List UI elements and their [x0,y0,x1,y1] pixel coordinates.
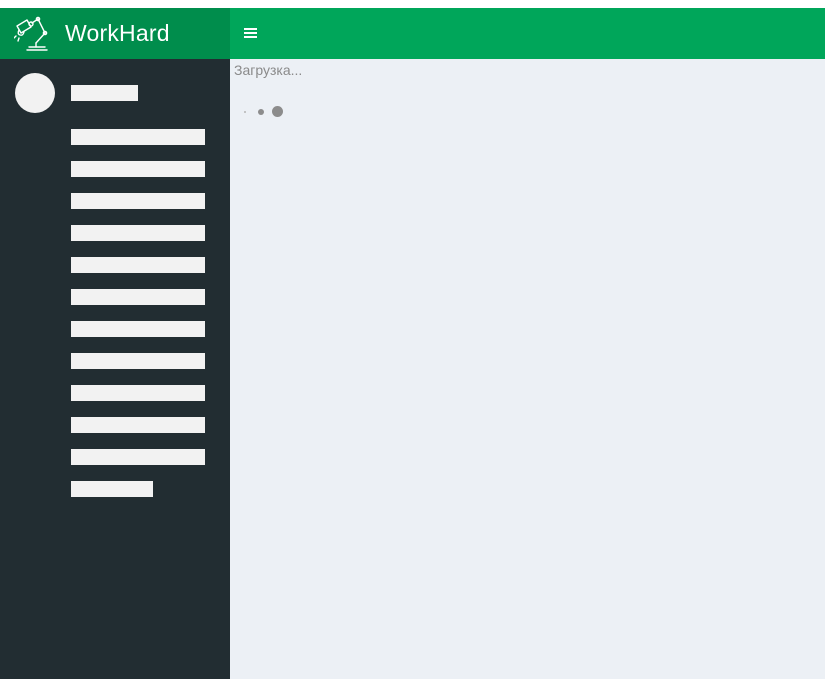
brand-logo-link[interactable]: WorkHard [0,8,230,59]
sidebar-menu-item-placeholder[interactable] [71,289,205,305]
loading-text: Загрузка... [234,62,303,78]
sidebar-menu [71,129,205,513]
sidebar-menu-item-placeholder[interactable] [71,417,205,433]
sidebar-menu-item-placeholder[interactable] [71,353,205,369]
sidebar-menu-item-placeholder[interactable] [71,225,205,241]
top-navbar [230,8,825,59]
sidebar-menu-item-placeholder[interactable] [71,385,205,401]
user-panel [15,73,215,115]
content-area: Загрузка... [230,59,825,679]
loading-spinner [244,106,294,118]
sidebar-menu-item-placeholder[interactable] [71,449,205,465]
sidebar-menu-item-placeholder[interactable] [71,161,205,177]
desk-lamp-icon [13,16,48,52]
loading-dot [272,106,283,117]
hamburger-menu-icon[interactable] [244,25,258,41]
user-name-placeholder [71,85,138,101]
sidebar-menu-item-placeholder[interactable] [71,481,153,497]
sidebar-menu-item-placeholder[interactable] [71,257,205,273]
avatar[interactable] [15,73,55,113]
sidebar-menu-item-placeholder[interactable] [71,129,205,145]
loading-dot [258,109,264,115]
sidebar-menu-item-placeholder[interactable] [71,321,205,337]
loading-dot [244,111,246,113]
app-shell: WorkHard Загрузка... [0,8,825,679]
sidebar-menu-item-placeholder[interactable] [71,193,205,209]
brand-title: WorkHard [65,20,170,46]
sidebar: WorkHard [0,8,230,679]
